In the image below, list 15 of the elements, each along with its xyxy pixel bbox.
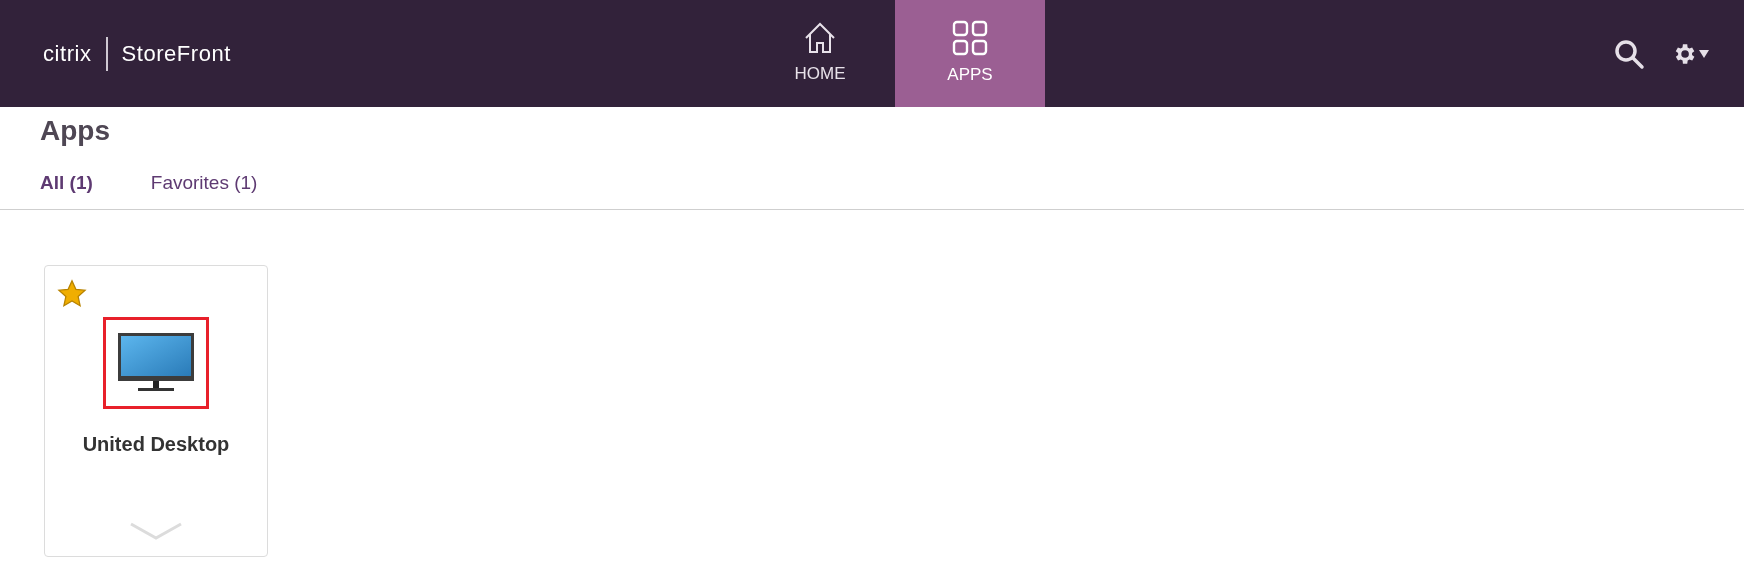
product-name: StoreFront xyxy=(121,40,231,68)
star-icon[interactable] xyxy=(57,279,87,309)
app-card[interactable]: United Desktop xyxy=(44,265,268,557)
caret-icon xyxy=(1699,49,1709,58)
filter-tab[interactable]: All (1) xyxy=(40,167,93,199)
app-name: United Desktop xyxy=(82,432,230,457)
grid-icon xyxy=(952,19,988,56)
search-icon xyxy=(1613,37,1645,70)
page-title: Apps xyxy=(40,114,111,148)
nav-tab[interactable]: HOME xyxy=(745,0,895,107)
nav-tab[interactable]: APPS xyxy=(895,0,1045,107)
home-icon xyxy=(803,20,837,55)
filter-tab[interactable]: Favorites (1) xyxy=(150,167,258,199)
monitor-icon xyxy=(118,333,194,393)
brand-logo: citrix xyxy=(43,40,92,68)
